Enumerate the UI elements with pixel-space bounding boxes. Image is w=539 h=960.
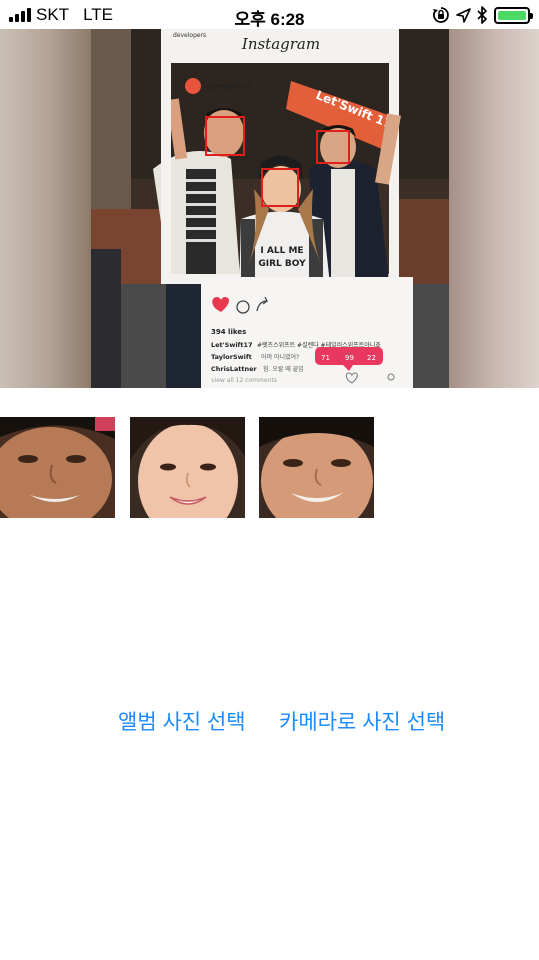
orientation-lock-icon: [433, 7, 449, 23]
instagram-account: Let'Swift17: [207, 83, 252, 91]
select-album-photo-button[interactable]: 앨범 사진 선택: [118, 708, 246, 738]
location-arrow-icon: [456, 7, 471, 23]
face-box-1: [205, 116, 245, 156]
photo-blur-left: [0, 29, 91, 388]
notif-likes: 99: [345, 354, 354, 362]
comment-2-user: ChrisLattner: [211, 365, 257, 373]
select-camera-photo-button[interactable]: 카메라로 사진 선택: [279, 708, 445, 738]
view-comments: view all 12 comments: [211, 377, 277, 384]
post-caption-account: Let'Swift17: [211, 341, 253, 349]
face-crop-2[interactable]: [130, 417, 245, 518]
face-crop-1[interactable]: [0, 417, 115, 518]
battery-icon: [494, 6, 533, 24]
instagram-carrier-text: developers: [173, 32, 206, 39]
comment-1-user: TaylorSwift: [211, 353, 252, 361]
group-photo: Instagram developers Let'Swift17 Let'Swi…: [91, 29, 449, 388]
notif-follows: 22: [367, 354, 376, 362]
photo-blur-right: [448, 29, 539, 388]
comment-1-text: 어머 아니였어?: [261, 353, 299, 361]
bluetooth-icon: [477, 6, 487, 24]
face-crops-row: [0, 417, 539, 518]
comment-2-text: 힘. 오랄 때 끝입: [263, 365, 304, 373]
status-bar-right: [432, 5, 533, 25]
post-likes: 394 likes: [211, 328, 246, 336]
face-crop-3[interactable]: [259, 417, 374, 518]
face-box-2: [316, 130, 350, 164]
status-bar: SKT LTE 오후 6:28: [0, 0, 539, 29]
instagram-logo: Instagram: [241, 35, 320, 53]
face-box-3: [261, 168, 299, 207]
shirt-text-2: GIRL BOY: [258, 259, 306, 269]
battery-fill: [498, 10, 526, 20]
notif-comments: 71: [321, 354, 330, 362]
photo-preview: Instagram developers Let'Swift17 Let'Swi…: [0, 29, 539, 388]
shirt-text-1: I ALL ME: [260, 246, 303, 256]
